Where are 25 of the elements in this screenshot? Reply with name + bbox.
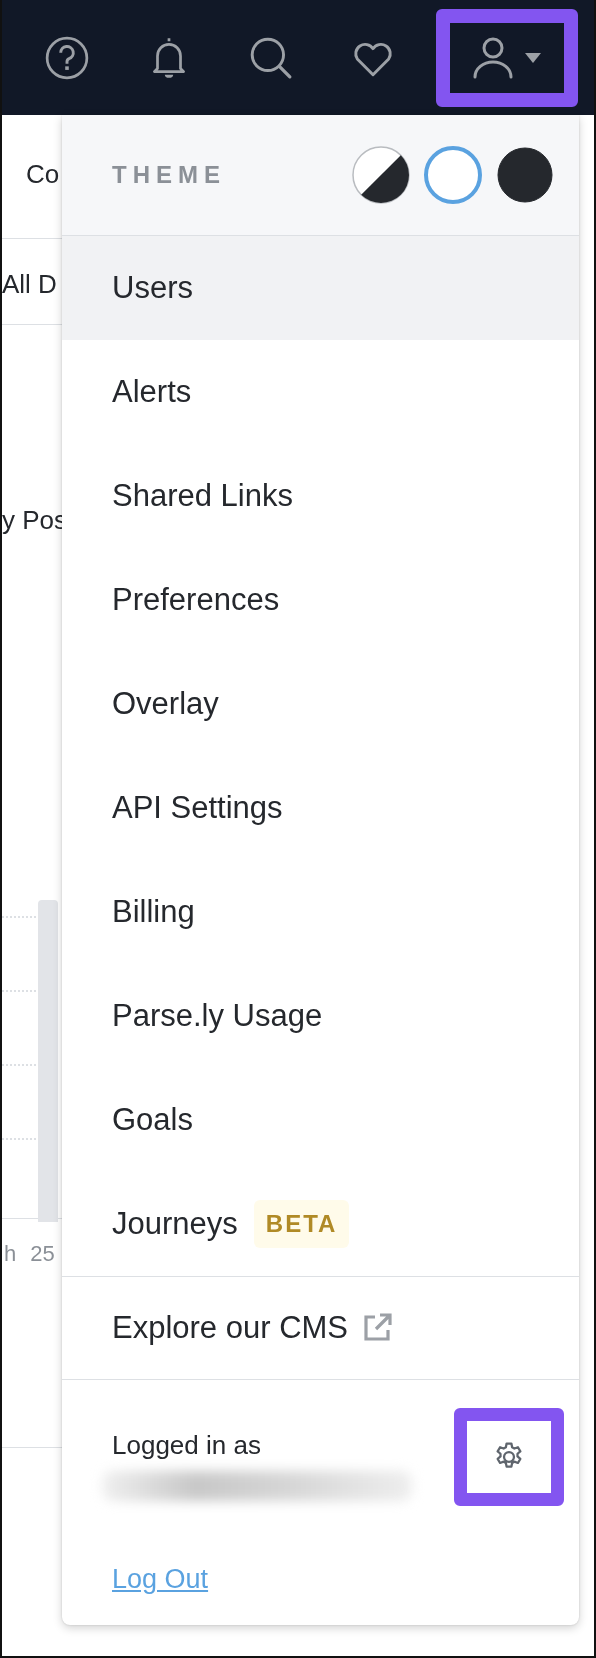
menu-item[interactable]: API Settings (62, 756, 579, 860)
background-text: 25 (30, 1241, 55, 1267)
dark-theme-option[interactable] (495, 145, 555, 205)
theme-label: THEME (112, 161, 227, 189)
beta-badge: BETA (253, 1200, 350, 1248)
menu-item[interactable]: Goals (62, 1068, 579, 1172)
menu-item[interactable]: Alerts (62, 340, 579, 444)
settings-button[interactable] (454, 1408, 564, 1506)
background-text: Co (26, 159, 60, 190)
user-menu-button[interactable] (436, 8, 578, 107)
menu-item[interactable]: Journeys BETA (62, 1172, 579, 1276)
cms-link[interactable]: Explore our CMS (62, 1277, 579, 1379)
logged-in-label: Logged in as (112, 1430, 262, 1461)
menu-item[interactable]: Overlay (62, 652, 579, 756)
auto-theme-option[interactable] (351, 145, 411, 205)
menu-item[interactable]: Billing (62, 860, 579, 964)
background-text: h (4, 1241, 17, 1267)
background-text: All D (2, 269, 57, 300)
help-icon[interactable] (44, 34, 90, 81)
menu-item[interactable]: Shared Links (62, 444, 579, 548)
menu-item[interactable]: Preferences (62, 548, 579, 652)
light-theme-option[interactable] (423, 145, 483, 205)
caret-icon (524, 50, 542, 65)
menu-item[interactable]: Users (62, 236, 579, 340)
menu-item[interactable]: Parse.ly Usage (62, 964, 579, 1068)
